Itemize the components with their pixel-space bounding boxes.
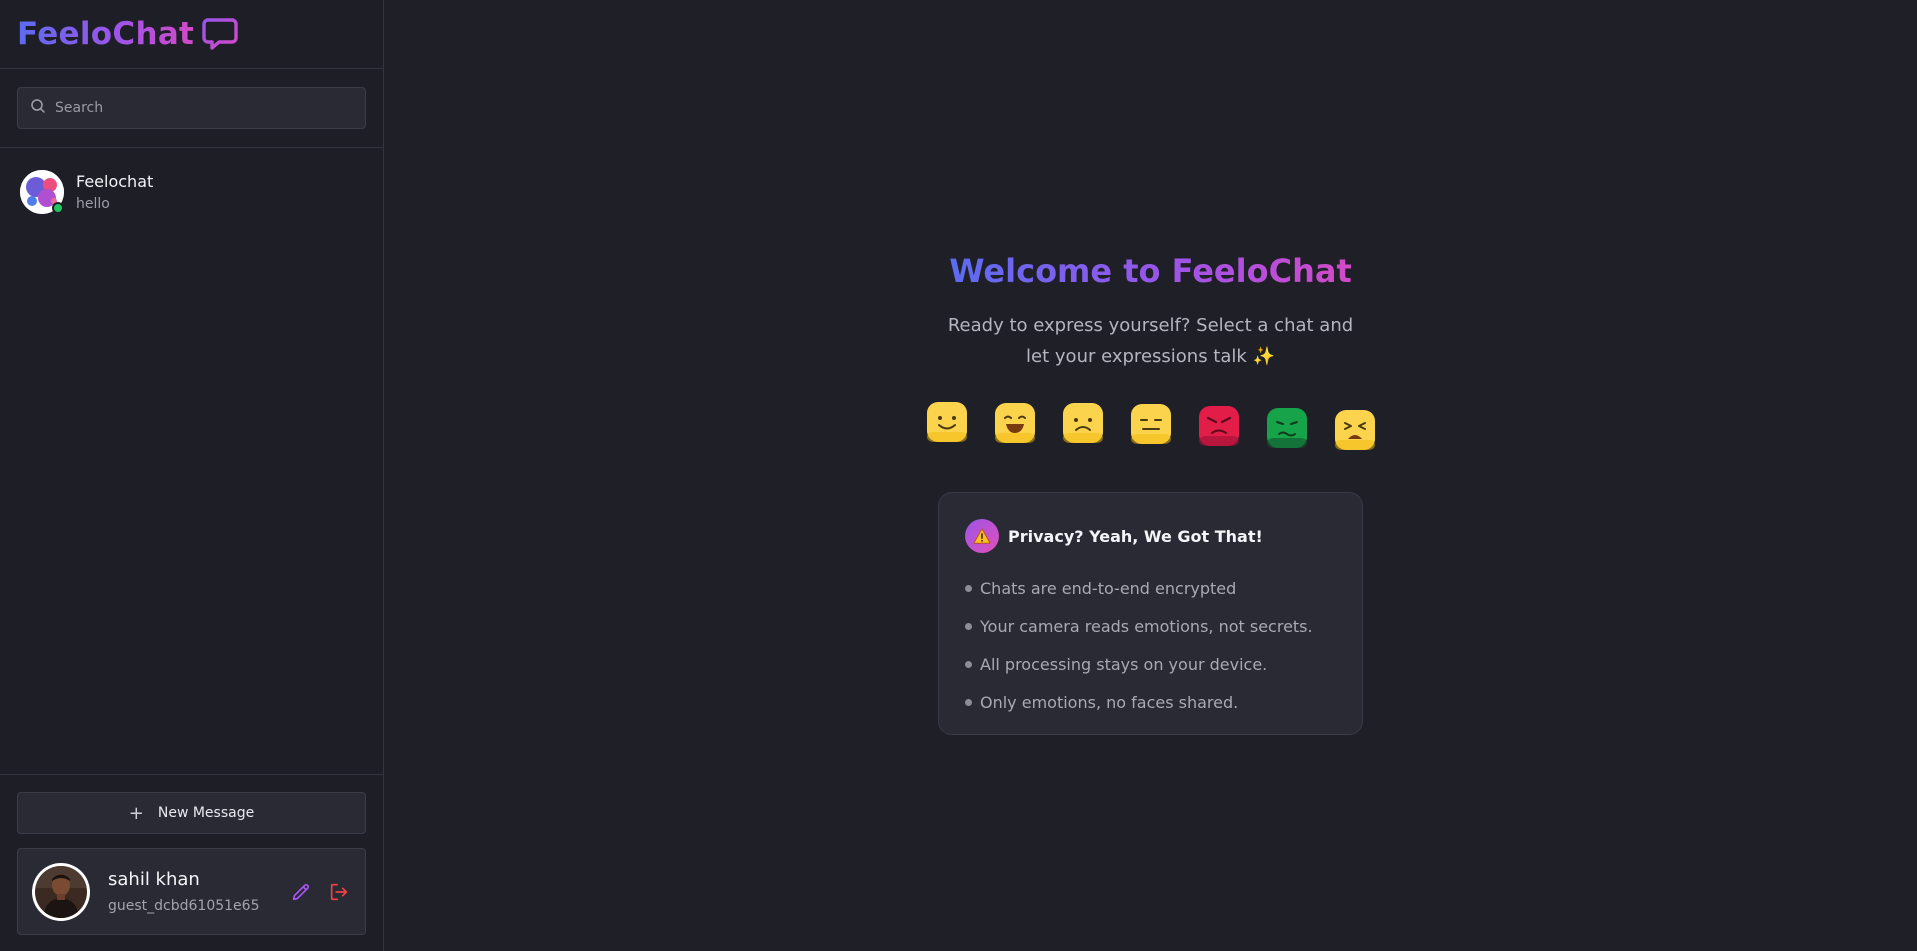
logout-icon[interactable]	[327, 880, 351, 904]
chat-preview: hello	[76, 196, 110, 212]
angry-face-icon	[1198, 406, 1239, 446]
app-root: FeeloChat Search Feelochat hello + New M…	[0, 0, 1917, 951]
sidebar-footer: + New Message sahil khan guest_dcbd61051…	[0, 774, 383, 951]
profile-name: sahil khan	[108, 869, 200, 890]
chat-name: Feelochat	[76, 172, 154, 191]
privacy-card: Privacy? Yeah, We Got That! Chats are en…	[938, 492, 1363, 735]
privacy-item-text: All processing stays on your device.	[980, 654, 1268, 674]
chat-list: Feelochat hello	[0, 148, 383, 774]
search-box[interactable]	[17, 87, 366, 129]
bullet-icon	[965, 584, 972, 592]
disgust-face-icon	[1266, 408, 1307, 448]
pencil-icon[interactable]	[289, 880, 313, 904]
emotion-faces	[926, 402, 1375, 452]
sad-face-icon	[1062, 403, 1103, 443]
profile-id: guest_dcbd61051e65	[108, 898, 260, 914]
new-message-button[interactable]: + New Message	[17, 792, 366, 834]
online-status-indicator	[52, 202, 64, 214]
profile-card: sahil khan guest_dcbd61051e65	[17, 848, 366, 935]
happy-face-icon	[926, 402, 967, 442]
search-icon	[30, 98, 46, 118]
avatar	[20, 170, 64, 214]
profile-info: sahil khan guest_dcbd61051e65	[108, 869, 271, 914]
bullet-icon	[965, 698, 972, 706]
privacy-item-text: Only emotions, no faces shared.	[980, 692, 1239, 712]
privacy-item: Only emotions, no faces shared.	[965, 683, 1336, 721]
warning-icon	[965, 519, 999, 553]
new-message-label: New Message	[157, 805, 255, 821]
privacy-item-text: Your camera reads emotions, not secrets.	[980, 616, 1313, 636]
bullet-icon	[965, 660, 972, 668]
privacy-list: Chats are end-to-end encrypted Your came…	[965, 569, 1336, 721]
welcome-title: Welcome to FeeloChat	[949, 252, 1352, 290]
neutral-face-icon	[1130, 404, 1171, 444]
brand-header: FeeloChat	[0, 0, 383, 69]
profile-avatar[interactable]	[32, 862, 90, 921]
privacy-item: All processing stays on your device.	[965, 645, 1336, 683]
joy-face-icon	[994, 403, 1035, 443]
plus-icon: +	[128, 802, 144, 824]
chat-bubble-icon	[202, 16, 238, 52]
main-panel: Welcome to FeeloChat Ready to express yo…	[384, 0, 1917, 951]
privacy-title: Privacy? Yeah, We Got That!	[1008, 526, 1263, 546]
brand-name: FeeloChat	[17, 16, 195, 52]
chat-list-item[interactable]: Feelochat hello	[0, 168, 383, 216]
privacy-item: Chats are end-to-end encrypted	[965, 569, 1336, 607]
bullet-icon	[965, 622, 972, 630]
chat-meta: Feelochat hello	[76, 172, 153, 212]
search-section	[0, 69, 383, 148]
welcome-subtitle: Ready to express yourself? Select a chat…	[947, 315, 1354, 367]
sidebar: FeeloChat Search Feelochat hello + New M…	[0, 0, 384, 951]
privacy-header: Privacy? Yeah, We Got That!	[965, 519, 1336, 553]
search-input[interactable]	[55, 100, 353, 116]
privacy-item-text: Chats are end-to-end encrypted	[980, 578, 1237, 598]
fear-face-icon	[1334, 410, 1375, 450]
profile-actions	[289, 880, 351, 904]
privacy-item: Your camera reads emotions, not secrets.	[965, 607, 1336, 645]
